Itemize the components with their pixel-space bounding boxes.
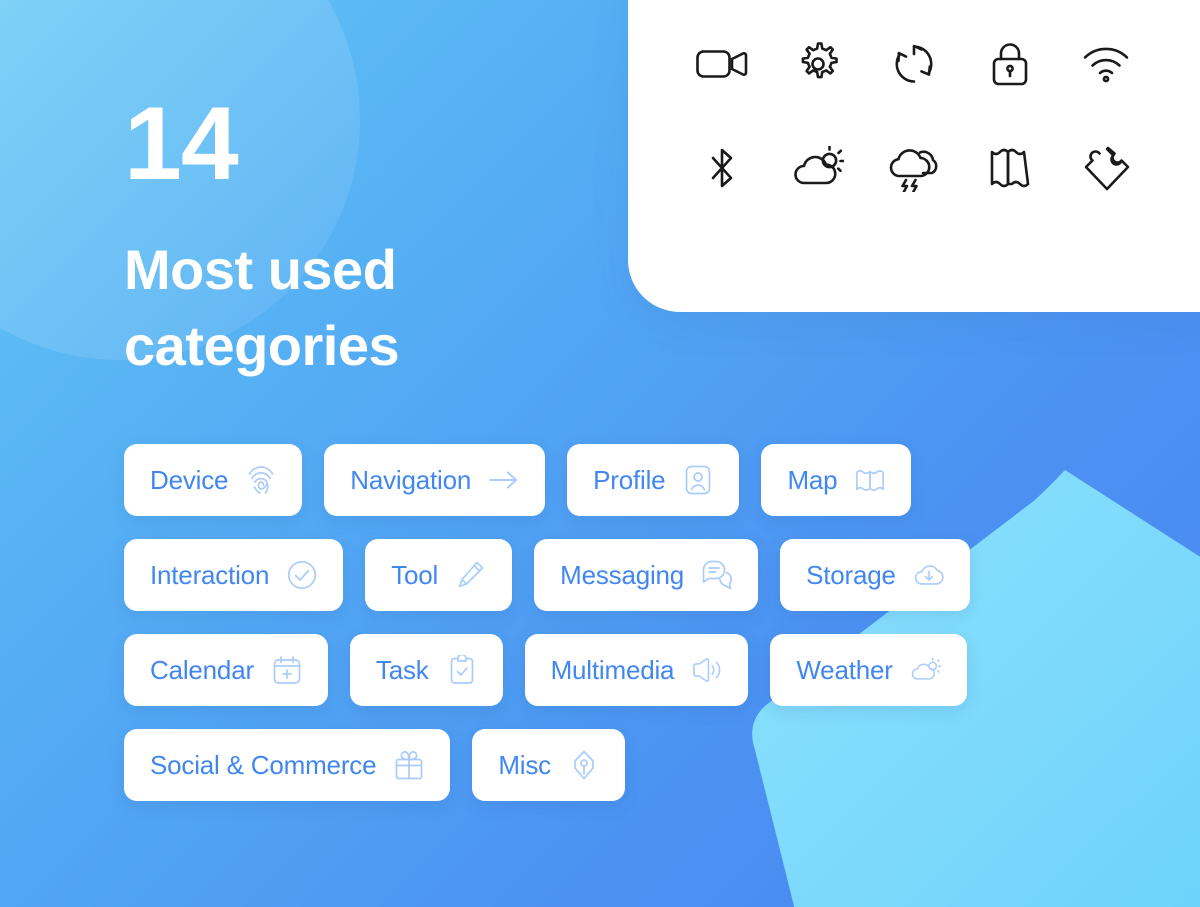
chip-label: Messaging [560, 559, 685, 590]
chip-tool[interactable]: Tool [365, 539, 513, 611]
chip-label: Multimedia [550, 654, 675, 685]
video-camera-icon [686, 28, 758, 100]
chip-label: Device [150, 464, 229, 495]
chip-label: Tool [391, 559, 439, 590]
sync-icon [878, 28, 950, 100]
partly-cloudy-icon [782, 132, 854, 204]
folded-map-icon [855, 465, 885, 495]
arrow-right-icon [489, 465, 519, 495]
chip-weather[interactable]: Weather [770, 634, 967, 706]
chip-navigation[interactable]: Navigation [324, 444, 546, 516]
chip-profile[interactable]: Profile [567, 444, 740, 516]
check-circle-icon [287, 560, 317, 590]
chip-label: Social & Commerce [150, 749, 377, 780]
puzzle-piece-icon [1070, 132, 1142, 204]
pencil-icon [456, 560, 486, 590]
partly-cloudy-icon [911, 655, 941, 685]
chip-storage[interactable]: Storage [780, 539, 970, 611]
chip-label: Profile [593, 464, 666, 495]
chat-bubbles-icon [702, 560, 732, 590]
pen-nib-icon [569, 750, 599, 780]
chip-label: Weather [796, 654, 893, 685]
chip-calendar[interactable]: Calendar [124, 634, 328, 706]
page-title-line-2: categories [124, 313, 400, 377]
chip-interaction[interactable]: Interaction [124, 539, 344, 611]
chip-messaging[interactable]: Messaging [534, 539, 759, 611]
chip-task[interactable]: Task [349, 634, 503, 706]
calendar-plus-icon [272, 655, 302, 685]
chip-label: Storage [806, 559, 896, 590]
lock-icon [974, 28, 1046, 100]
headline-block: 14 Most used categories [124, 92, 594, 383]
chip-label: Calendar [150, 654, 254, 685]
user-card-icon [683, 465, 713, 495]
icon-showcase-row-1 [628, 12, 1200, 116]
chip-row-1: Device Navigation Profile Map [124, 444, 1134, 516]
chip-map[interactable]: Map [761, 444, 912, 516]
chip-label: Map [787, 464, 838, 495]
page-title: Most used categories [124, 232, 464, 383]
chip-multimedia[interactable]: Multimedia [524, 634, 749, 706]
page-title-line-1: Most used [124, 238, 397, 301]
category-count: 14 [124, 86, 239, 202]
wifi-icon [1070, 28, 1142, 100]
chip-label: Misc [498, 749, 551, 780]
thunderstorm-icon [878, 132, 950, 204]
chip-row-4: Social & Commerce Misc [124, 729, 1134, 801]
chip-device[interactable]: Device [124, 444, 303, 516]
chip-label: Interaction [150, 559, 270, 590]
chip-social-and-commerce[interactable]: Social & Commerce [124, 729, 451, 801]
folded-map-icon [974, 132, 1046, 204]
speaker-volume-icon [692, 655, 722, 685]
chip-row-3: Calendar Task Multimedia Weather [124, 634, 1134, 706]
chip-misc[interactable]: Misc [472, 729, 625, 801]
clipboard-check-icon [447, 655, 477, 685]
bluetooth-icon [686, 132, 758, 204]
gear-icon [782, 28, 854, 100]
cloud-download-icon [914, 560, 944, 590]
chip-label: Navigation [350, 464, 472, 495]
chip-row-2: Interaction Tool Messaging Storage [124, 539, 1134, 611]
gift-icon [394, 750, 424, 780]
icon-showcase-card [628, 0, 1200, 312]
fingerprint-icon [246, 465, 276, 495]
icon-showcase-row-2 [628, 116, 1200, 220]
category-chip-grid: Device Navigation Profile Map Interactio… [124, 444, 1134, 801]
chip-label: Task [375, 654, 429, 685]
poster-canvas: 14 Most used categories Device Navigatio… [0, 0, 1200, 907]
